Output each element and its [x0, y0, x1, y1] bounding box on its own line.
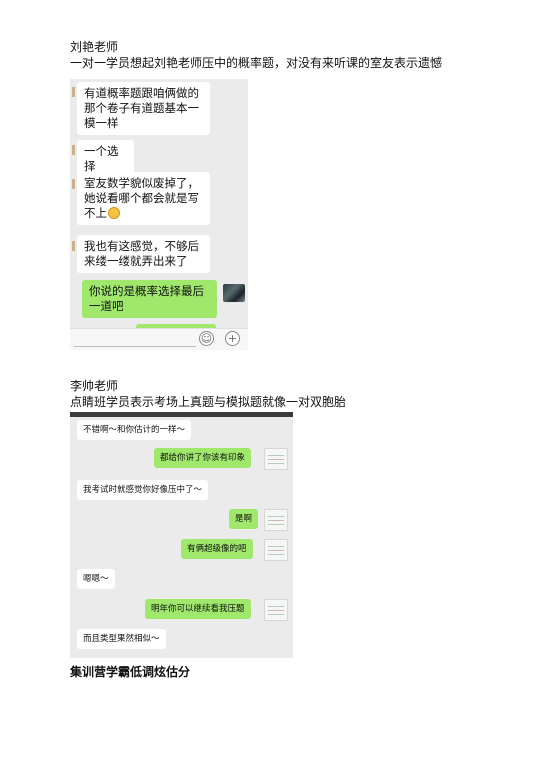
avatar	[72, 145, 75, 155]
chat-line-text: 不上	[84, 206, 107, 220]
avatar	[223, 284, 245, 302]
smile-emoji-icon	[108, 207, 120, 219]
teacher-name-liu: 刘艳老师	[70, 40, 119, 54]
chat-screenshot-2: 不错啊～和你估计的一样～ 都给你讲了你该有印象 我考试时就感觉你好像压中了～ 是…	[70, 412, 293, 658]
chat-bubble-self: 明年你可以继续看我压题	[145, 599, 251, 619]
chat-bubble-self: 都给你讲了你该有印象	[154, 448, 252, 468]
caption-li: 点睛班学员表示考场上真题与模拟题就像一对双胞胎	[70, 395, 347, 409]
chat-bubble: 不错啊～和你估计的一样～	[77, 420, 192, 440]
chat-line: 模一样	[84, 116, 119, 130]
chat-bubble-self: 有俩超级像的吧	[181, 539, 253, 559]
avatar	[72, 179, 75, 189]
avatar	[264, 599, 288, 621]
chat-bubble: 我也有这感觉，不够后 来缕一缕就弄出来了	[77, 235, 210, 273]
caption-liu: 一对一学员想起刘艳老师压中的概率题，对没有来听课的室友表示遗憾	[70, 56, 443, 70]
chat-line: 来缕一缕就弄出来了	[84, 254, 188, 268]
chat-bubble: 我考试时就感觉你好像压中了～	[77, 480, 209, 500]
chat-bubble: 嗯嗯～	[77, 569, 115, 589]
emoji-icon: ☺	[200, 332, 213, 345]
message-input-bar[interactable]	[70, 328, 248, 350]
chat-screenshot-1: 有道概率题跟咱俩做的 那个卷子有道题基本一 模一样 一个选择 室友数学貌似废掉了…	[70, 79, 248, 350]
chat-line: 室友数学貌似废掉了，	[84, 176, 199, 190]
chat-line: 那个卷子有道题基本一	[84, 101, 199, 115]
teacher-name-li: 李帅老师	[70, 379, 119, 393]
chat-bubble-self: 是啊	[229, 509, 259, 529]
chat-line: 有道概率题跟咱俩做的	[84, 86, 199, 100]
chat-line: 她说看哪个都会就是写	[84, 191, 199, 205]
caption-camp: 集训营学霸低调炫估分	[70, 665, 191, 679]
avatar	[72, 241, 75, 251]
status-bar	[70, 412, 293, 417]
chat-bubble: 而且类型果然相似～	[77, 629, 166, 649]
plus-icon: +	[227, 332, 238, 345]
chat-bubble-self: 你说的是概率选择最后 一道吧	[82, 280, 217, 318]
avatar	[264, 509, 288, 531]
add-button[interactable]: +	[225, 331, 240, 346]
avatar	[264, 448, 288, 470]
chat-line: 我也有这感觉，不够后	[84, 239, 199, 253]
message-input[interactable]	[74, 346, 196, 347]
avatar	[264, 539, 288, 561]
chat-bubble: 室友数学貌似废掉了， 她说看哪个都会就是写 不上	[77, 172, 210, 225]
emoji-button[interactable]: ☺	[199, 331, 214, 346]
chat-line: 不上	[84, 206, 203, 221]
chat-line: 你说的是概率选择最后	[89, 284, 204, 298]
chat-line: 一道吧	[89, 299, 124, 313]
chat-bubble: 有道概率题跟咱俩做的 那个卷子有道题基本一 模一样	[77, 82, 210, 135]
avatar	[72, 87, 75, 97]
chat-line: 一个选择	[84, 144, 119, 173]
